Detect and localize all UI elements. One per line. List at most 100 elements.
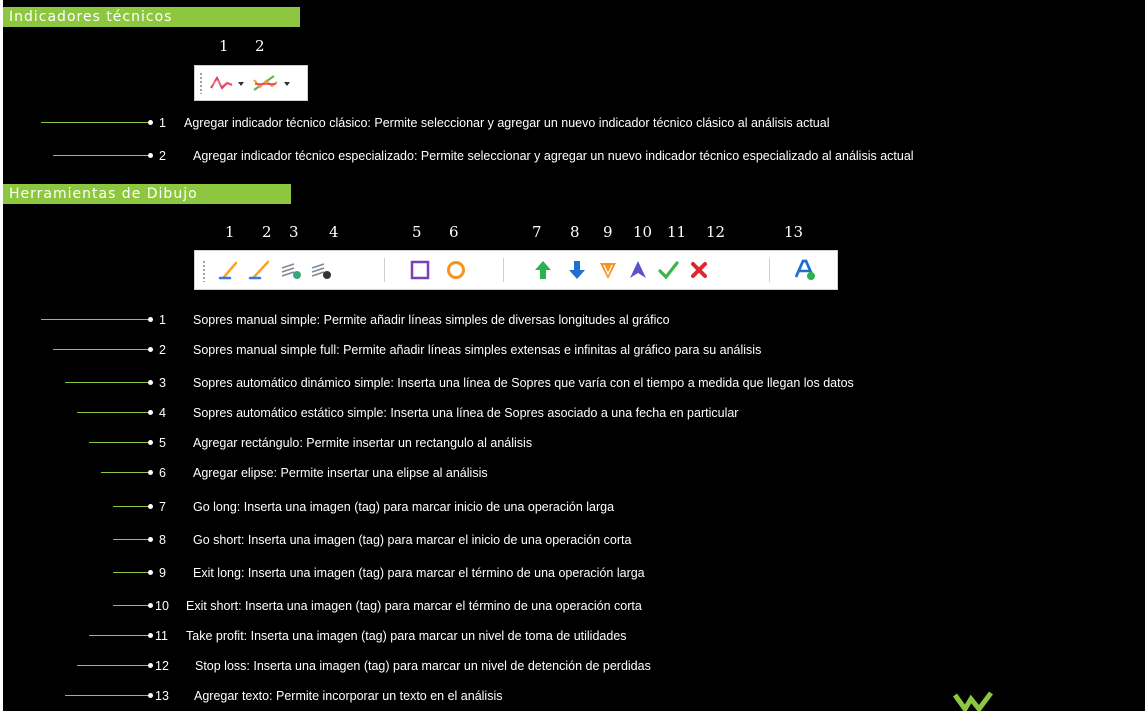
number-label: 11 [667, 223, 687, 241]
item-description: Go long: Inserta una imagen (tag) para m… [193, 500, 615, 514]
leader-line [113, 572, 149, 573]
leader-line [41, 319, 149, 320]
item-description: Take profit: Inserta una imagen (tag) pa… [186, 629, 627, 643]
list-item: 7 Go long: Inserta una imagen (tag) para … [3, 497, 1143, 517]
stop-loss-button[interactable] [687, 257, 711, 283]
leader-dot [148, 317, 153, 322]
add-text-icon [794, 259, 815, 280]
leader-line [65, 695, 149, 696]
toolbar-grip[interactable] [203, 260, 205, 282]
exit-short-button[interactable] [626, 257, 650, 283]
item-number: 6 [159, 466, 166, 480]
leader-line [113, 506, 149, 507]
leader-dot [148, 504, 153, 509]
item-description: Sopres manual simple: Permite añadir lín… [193, 313, 670, 327]
item-description: Agregar texto: Permite incorporar un tex… [194, 689, 503, 703]
leader-line [101, 472, 149, 473]
list-item: 2 Agregar indicador técnico especializad… [3, 146, 1143, 166]
decorative-mark [953, 691, 993, 711]
leader-line [65, 382, 149, 383]
item-number: 4 [159, 406, 166, 420]
leader-line [53, 155, 149, 156]
classic-indicator-button[interactable] [209, 72, 249, 94]
leader-line [89, 442, 149, 443]
leader-dot [148, 347, 153, 352]
list-item: 10 Exit short: Inserta una imagen (tag) p… [3, 596, 1143, 616]
item-description: Agregar indicador técnico clásico: Permi… [184, 116, 830, 130]
item-number: 3 [159, 376, 166, 390]
specialized-indicator-button[interactable] [251, 72, 295, 94]
leader-dot [148, 470, 153, 475]
auto-static-line-button[interactable] [309, 257, 333, 283]
number-label: 1 [225, 223, 235, 241]
list-item: 4 Sopres automático estático simple: Inse… [3, 403, 1143, 423]
manual-line-full-icon [248, 260, 270, 280]
number-label: 7 [532, 223, 542, 241]
item-description: Go short: Inserta una imagen (tag) para … [193, 533, 632, 547]
list-item: 5 Agregar rectángulo: Permite insertar un… [3, 433, 1143, 453]
item-description: Sopres manual simple full: Permite añadi… [193, 343, 762, 357]
item-number: 5 [159, 436, 166, 450]
go-long-icon [535, 261, 551, 279]
specialized-indicator-icon [253, 75, 290, 91]
section-header-indicadores: Indicadores técnicos [3, 7, 300, 27]
add-text-button[interactable] [793, 257, 817, 283]
exit-long-icon [600, 263, 616, 279]
item-number: 2 [159, 343, 166, 357]
number-label: 2 [255, 37, 265, 55]
item-number: 12 [155, 659, 169, 673]
leader-dot [148, 693, 153, 698]
list-item: 1 Sopres manual simple: Permite añadir lí… [3, 310, 1143, 330]
item-number: 11 [155, 629, 168, 643]
list-item: 3 Sopres automático dinámico simple: Inse… [3, 373, 1143, 393]
ellipse-icon [447, 261, 465, 279]
leader-line [77, 665, 149, 666]
manual-line-icon [218, 261, 238, 280]
manual-line-button[interactable] [218, 257, 242, 283]
go-short-button[interactable] [565, 257, 589, 283]
manual-line-full-button[interactable] [248, 257, 272, 283]
toolbar-separator [769, 258, 770, 282]
classic-indicator-icon [210, 75, 244, 90]
leader-dot [148, 570, 153, 575]
leader-line [53, 349, 149, 350]
number-label: 2 [262, 223, 272, 241]
take-profit-button[interactable] [656, 257, 680, 283]
list-item: 6 Agregar elipse: Permite insertar una el… [3, 463, 1143, 483]
leader-dot [148, 120, 153, 125]
leader-dot [148, 663, 153, 668]
take-profit-icon [658, 261, 679, 280]
list-item: 12 Stop loss: Inserta una imagen (tag) pa… [3, 656, 1143, 676]
item-number: 13 [155, 689, 169, 703]
list-item: 2 Sopres manual simple full: Permite añad… [3, 340, 1143, 360]
item-description: Agregar elipse: Permite insertar una eli… [193, 466, 488, 480]
leader-line [77, 412, 149, 413]
item-description: Sopres automático estático simple: Inser… [193, 406, 739, 420]
number-label: 9 [603, 223, 613, 241]
item-number: 1 [159, 313, 166, 327]
auto-dynamic-line-button[interactable] [279, 257, 303, 283]
exit-long-button[interactable] [596, 257, 620, 283]
leader-line [41, 122, 149, 123]
ellipse-button[interactable] [444, 257, 468, 283]
number-label: 4 [329, 223, 339, 241]
leader-dot [148, 603, 153, 608]
item-number: 7 [159, 500, 166, 514]
item-description: Agregar rectángulo: Permite insertar un … [193, 436, 533, 450]
leader-dot [148, 410, 153, 415]
go-long-button[interactable] [531, 257, 555, 283]
toolbar-separator [384, 258, 385, 282]
item-description: Stop loss: Inserta una imagen (tag) para… [195, 659, 651, 673]
leader-dot [148, 380, 153, 385]
item-description: Exit long: Inserta una imagen (tag) para… [193, 566, 645, 580]
leader-dot [148, 633, 153, 638]
indicators-toolbar [194, 65, 308, 101]
go-short-icon [569, 261, 585, 279]
toolbar-grip[interactable] [200, 72, 202, 94]
rectangle-button[interactable] [408, 257, 432, 283]
number-label: 13 [784, 223, 804, 241]
number-label: 5 [412, 223, 422, 241]
number-label: 1 [219, 37, 229, 55]
list-item: 9 Exit long: Inserta una imagen (tag) par… [3, 563, 1143, 583]
auto-static-line-icon [311, 263, 331, 279]
